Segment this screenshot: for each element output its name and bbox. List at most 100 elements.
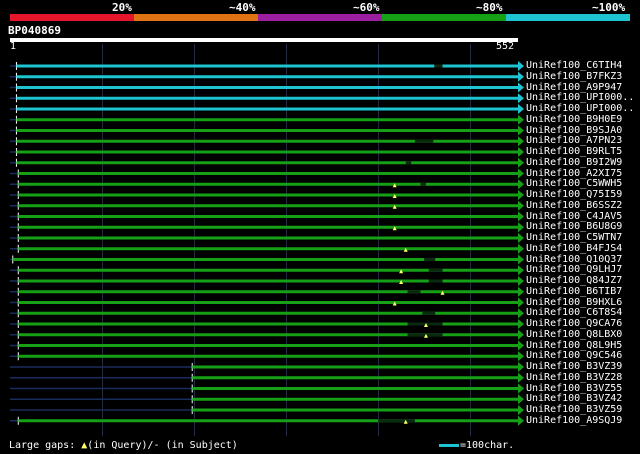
hit-arrow-icon — [518, 200, 524, 211]
hit-label[interactable]: UniRef100_UPI000.. — [526, 93, 634, 103]
hit-arrow-icon — [518, 61, 524, 71]
hit-label[interactable]: UniRef100_B3VZ39 — [526, 362, 622, 372]
hit-bar[interactable] — [16, 107, 519, 111]
hit-bar[interactable] — [16, 150, 519, 154]
hit-bar[interactable] — [18, 172, 519, 175]
hit-arrow-icon — [518, 297, 524, 308]
hit-bar[interactable] — [18, 236, 519, 240]
hit-label[interactable]: UniRef100_Q9LHJ7 — [526, 265, 622, 275]
subject-gap — [422, 311, 436, 315]
hit-arrow-icon — [518, 329, 524, 340]
hit-bar[interactable] — [18, 333, 519, 337]
hit-label[interactable]: UniRef100_B3VZ59 — [526, 405, 622, 415]
hit-label[interactable]: UniRef100_B6SSZ2 — [526, 200, 622, 211]
hit-label[interactable]: UniRef100_B7FKZ3 — [526, 71, 622, 82]
hit-bar[interactable] — [18, 301, 519, 304]
hit-label[interactable]: UniRef100_B9I2W9 — [526, 157, 622, 168]
hit-label[interactable]: UniRef100_A9P947 — [526, 82, 622, 93]
hit-bar[interactable] — [12, 258, 519, 261]
blast-hit-overview: 20% ~40% ~60% ~80% ~100% BP040869 1 552 … — [0, 0, 640, 454]
hit-bar[interactable] — [18, 215, 519, 218]
hit-bar[interactable] — [18, 419, 519, 423]
hit-bar[interactable] — [18, 354, 519, 358]
hit-label[interactable]: UniRef100_B6TIB7 — [526, 286, 622, 297]
hit-label[interactable]: UniRef100_A2XI75 — [526, 168, 622, 179]
subject-gap — [414, 139, 434, 143]
legend: Large gaps: ▲(in Query)/- (in Subject) — [9, 440, 238, 451]
hit-label[interactable]: UniRef100_B6U8G9 — [526, 222, 622, 232]
hit-label[interactable]: UniRef100_B3VZ42 — [526, 394, 622, 404]
hit-bar[interactable] — [16, 64, 519, 68]
hit-bar[interactable] — [16, 129, 519, 132]
hit-label[interactable]: UniRef100_B9SJA0 — [526, 125, 622, 136]
hit-bar[interactable] — [16, 161, 519, 165]
hit-bar[interactable] — [18, 279, 519, 283]
hit-label[interactable]: UniRef100_Q8LBX0 — [526, 329, 622, 340]
legend-prefix: Large gaps: — [9, 440, 76, 451]
hit-bar[interactable] — [18, 344, 519, 347]
hit-bar[interactable] — [192, 387, 518, 390]
hit-bar[interactable] — [16, 86, 519, 89]
hit-label[interactable]: UniRef100_A9SQJ9 — [526, 415, 622, 426]
hit-arrow-icon — [518, 190, 524, 200]
legend-subject-text: (in Subject) — [159, 440, 238, 451]
hit-arrow-icon — [518, 394, 524, 405]
subject-gap — [428, 279, 443, 283]
hit-bar[interactable] — [192, 365, 518, 369]
hit-arrow-icon — [518, 319, 524, 329]
hit-label[interactable]: UniRef100_C5WTN7 — [526, 233, 622, 243]
hit-bar[interactable] — [16, 75, 519, 79]
hit-label[interactable]: UniRef100_UPI000.. — [526, 104, 634, 114]
hit-label[interactable]: UniRef100_B3VZ55 — [526, 383, 622, 394]
hit-arrow-icon — [518, 415, 524, 426]
hit-arrow-icon — [518, 243, 524, 254]
hit-label[interactable]: UniRef100_C5WWH5 — [526, 179, 622, 189]
hit-arrow-icon — [518, 147, 524, 157]
subject-gap — [434, 64, 443, 68]
hit-bar[interactable] — [18, 204, 519, 208]
hit-bar[interactable] — [18, 322, 519, 326]
hit-bar[interactable] — [18, 225, 519, 229]
hit-label[interactable]: UniRef100_B4FJS4 — [526, 243, 622, 254]
hit-arrow-icon — [518, 179, 524, 190]
subject-gap — [405, 161, 412, 165]
hit-label[interactable]: UniRef100_Q9C546 — [526, 351, 622, 361]
scale-bar — [439, 444, 459, 447]
hit-arrow-icon — [518, 276, 524, 286]
hit-bar[interactable] — [16, 96, 519, 100]
hit-label[interactable]: UniRef100_C4JAV5 — [526, 211, 622, 222]
hit-label[interactable]: UniRef100_Q8L9H5 — [526, 340, 622, 351]
subject-gap — [420, 182, 426, 186]
hit-label[interactable]: UniRef100_C6TIH4 — [526, 61, 622, 71]
hit-label[interactable]: UniRef100_B9RLT5 — [526, 147, 622, 157]
hit-bar[interactable] — [18, 193, 519, 197]
hit-bar[interactable] — [192, 376, 518, 380]
hit-label[interactable]: UniRef100_B3VZ28 — [526, 372, 622, 383]
hit-arrow-icon — [518, 104, 524, 114]
hit-bar[interactable] — [16, 139, 519, 143]
hit-arrow-icon — [518, 254, 524, 265]
hit-arrow-icon — [518, 265, 524, 276]
hit-bar[interactable] — [18, 182, 519, 186]
hit-arrow-icon — [518, 383, 524, 394]
hit-label[interactable]: UniRef100_Q84JZ7 — [526, 276, 622, 286]
hit-arrow-icon — [518, 168, 524, 179]
hit-bar[interactable] — [192, 397, 518, 401]
hit-bar[interactable] — [18, 268, 519, 272]
hit-label[interactable]: UniRef100_B9HXL6 — [526, 297, 622, 308]
hit-label[interactable]: UniRef100_A7PN23 — [526, 136, 622, 146]
hit-label[interactable]: UniRef100_Q9CA76 — [526, 319, 622, 329]
hit-label[interactable]: UniRef100_Q75I59 — [526, 190, 622, 200]
hit-bar[interactable] — [192, 408, 518, 412]
hit-arrow-icon — [518, 340, 524, 351]
hit-bar[interactable] — [18, 247, 519, 251]
hit-arrow-icon — [518, 351, 524, 362]
hit-arrow-icon — [518, 362, 524, 372]
hit-bar[interactable] — [18, 311, 519, 315]
hit-label[interactable]: UniRef100_Q10Q37 — [526, 254, 622, 265]
hit-bar[interactable] — [16, 118, 519, 122]
hit-label[interactable]: UniRef100_C6T8S4 — [526, 308, 622, 318]
hit-label[interactable]: UniRef100_B9H0E9 — [526, 114, 622, 125]
subject-gap — [378, 419, 415, 423]
hit-arrow-icon — [518, 82, 524, 93]
